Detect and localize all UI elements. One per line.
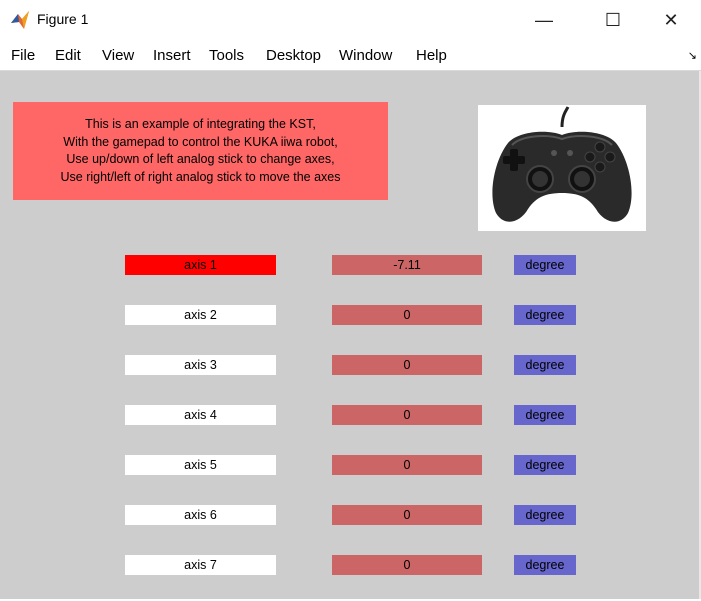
axis-1-value: -7.11	[332, 255, 482, 275]
instructions-panel: This is an example of integrating the KS…	[13, 102, 388, 200]
axis-4-unit: degree	[514, 405, 576, 425]
minimize-icon: —	[535, 9, 553, 30]
menu-tools[interactable]: Tools	[209, 47, 244, 64]
axis-3-label: axis 3	[125, 355, 276, 375]
axis-1-label: axis 1	[125, 255, 276, 275]
close-button[interactable]: ✕	[648, 0, 694, 40]
title-bar: Figure 1 — ☐ ✕	[0, 0, 701, 40]
maximize-button[interactable]: ☐	[590, 0, 636, 40]
dock-arrow-icon[interactable]: ↘	[688, 49, 697, 62]
axis-3-unit: degree	[514, 355, 576, 375]
axis-7-label: axis 7	[125, 555, 276, 575]
axis-5-label: axis 5	[125, 455, 276, 475]
axis-3-value: 0	[332, 355, 482, 375]
instruction-line: Use up/down of left analog stick to chan…	[66, 152, 335, 166]
axis-6-value: 0	[332, 505, 482, 525]
menu-edit[interactable]: Edit	[55, 47, 81, 64]
menu-file[interactable]: File	[11, 47, 35, 64]
gamepad-image	[478, 105, 646, 231]
axis-6-label: axis 6	[125, 505, 276, 525]
menu-insert[interactable]: Insert	[153, 47, 191, 64]
axis-4-label: axis 4	[125, 405, 276, 425]
axis-4-value: 0	[332, 405, 482, 425]
instruction-line: This is an example of integrating the KS…	[85, 117, 316, 131]
menu-desktop[interactable]: Desktop	[266, 47, 321, 64]
axis-7-unit: degree	[514, 555, 576, 575]
axis-2-label: axis 2	[125, 305, 276, 325]
instruction-line: With the gamepad to control the KUKA iiw…	[63, 134, 338, 149]
figure-canvas: This is an example of integrating the KS…	[0, 71, 701, 599]
maximize-icon: ☐	[604, 9, 622, 30]
instruction-line: Use right/left of right analog stick to …	[60, 169, 341, 184]
axis-7-value: 0	[332, 555, 482, 575]
menu-bar: File Edit View Insert Tools Desktop Wind…	[0, 42, 701, 71]
axis-2-value: 0	[332, 305, 482, 325]
close-icon: ✕	[663, 9, 679, 30]
menu-window[interactable]: Window	[339, 47, 392, 64]
matlab-icon	[11, 11, 29, 29]
gamepad-icon	[492, 106, 632, 222]
window-title: Figure 1	[37, 11, 89, 27]
axis-6-unit: degree	[514, 505, 576, 525]
axis-5-value: 0	[332, 455, 482, 475]
menu-view[interactable]: View	[102, 47, 134, 64]
minimize-button[interactable]: —	[521, 0, 567, 40]
axis-5-unit: degree	[514, 455, 576, 475]
axis-2-unit: degree	[514, 305, 576, 325]
axis-1-unit: degree	[514, 255, 576, 275]
menu-help[interactable]: Help	[416, 47, 447, 64]
